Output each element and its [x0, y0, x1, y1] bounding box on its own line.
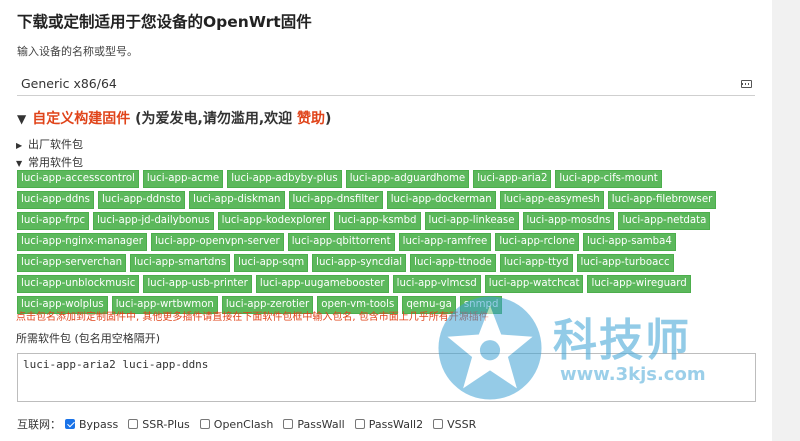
- package-tag[interactable]: luci-app-filebrowser: [607, 191, 717, 209]
- package-tag[interactable]: luci-app-cifs-mount: [555, 170, 662, 188]
- caret-right-icon: ▶: [16, 141, 23, 150]
- package-tag[interactable]: luci-app-smartdns: [130, 254, 231, 272]
- caret-down-icon: ▼: [16, 159, 23, 168]
- keyboard-icon[interactable]: [741, 80, 752, 88]
- network-label: 互联网：: [17, 418, 61, 431]
- network-option-label: PassWall2: [368, 417, 424, 431]
- package-tag[interactable]: luci-app-vlmcsd: [392, 275, 481, 293]
- package-tag[interactable]: luci-app-usb-printer: [143, 275, 252, 293]
- custom-build-heading[interactable]: ▼ 自定义构建固件 (为爱发电,请勿滥用,欢迎 赞助): [17, 108, 331, 128]
- package-tag[interactable]: luci-app-mosdns: [522, 212, 615, 230]
- package-tag[interactable]: luci-app-qbittorrent: [287, 233, 395, 251]
- package-tag[interactable]: luci-app-syncdial: [312, 254, 407, 272]
- custom-build-note: (为爱发电,请勿滥用,欢迎: [130, 111, 298, 127]
- packages-label: 所需软件包 (包名用空格隔开): [16, 332, 161, 345]
- network-options: 互联网： Bypass SSR-Plus OpenClash PassWall Pass…: [17, 416, 486, 432]
- network-option-label: Bypass: [79, 417, 119, 431]
- checkbox[interactable]: [65, 419, 75, 429]
- network-option[interactable]: Bypass: [65, 418, 118, 431]
- network-option[interactable]: SSR-Plus: [128, 418, 190, 431]
- network-option[interactable]: PassWall2: [354, 417, 424, 431]
- package-tag[interactable]: luci-app-kodexplorer: [217, 212, 331, 230]
- package-tag[interactable]: luci-app-turboacc: [576, 254, 674, 272]
- package-tag[interactable]: luci-app-adbyby-plus: [227, 170, 342, 188]
- package-tag[interactable]: luci-app-ddns: [17, 191, 94, 209]
- checkbox[interactable]: [433, 419, 444, 429]
- package-tag[interactable]: luci-app-easymesh: [499, 191, 604, 209]
- package-tag[interactable]: luci-app-openvpn-server: [150, 233, 284, 251]
- checkbox[interactable]: [128, 419, 139, 429]
- package-tag[interactable]: luci-app-wireguard: [587, 275, 691, 293]
- package-tag[interactable]: luci-app-ttyd: [499, 254, 573, 272]
- main-panel: 下载或定制适用于您设备的OpenWrt固件 输入设备的名称或型号。 ▼ 自定义构建…: [0, 0, 772, 441]
- checkbox[interactable]: [199, 419, 210, 429]
- checkbox[interactable]: [354, 419, 365, 429]
- package-tag[interactable]: luci-app-linkease: [424, 212, 519, 230]
- package-tag[interactable]: luci-app-accesscontrol: [17, 170, 139, 188]
- package-tag[interactable]: luci-app-sqm: [234, 254, 309, 272]
- package-tag[interactable]: luci-app-ksmbd: [334, 212, 421, 230]
- common-packages-toggle[interactable]: ▼ 常用软件包: [16, 154, 83, 170]
- factory-packages-label: 出厂软件包: [28, 138, 83, 151]
- package-hint: 点击包名添加到定制固件中, 其他更多插件请直接在下面软件包框中输入包名, 包含市…: [16, 312, 489, 323]
- package-tag[interactable]: luci-app-adguardhome: [345, 170, 470, 188]
- package-tag[interactable]: luci-app-jd-dailybonus: [93, 212, 214, 230]
- watermark-text: 科技师: [553, 315, 691, 366]
- device-prompt: 输入设备的名称或型号。: [17, 45, 138, 58]
- package-tag[interactable]: luci-app-dockerman: [386, 191, 496, 209]
- network-option[interactable]: VSSR: [433, 418, 476, 431]
- network-option-label: OpenClash: [213, 417, 274, 431]
- package-tag[interactable]: luci-app-aria2: [473, 170, 552, 188]
- common-packages-label: 常用软件包: [28, 156, 83, 169]
- package-tag[interactable]: luci-app-acme: [142, 170, 224, 188]
- package-tag[interactable]: luci-app-samba4: [582, 233, 676, 251]
- package-tag[interactable]: luci-app-rclone: [495, 233, 579, 251]
- package-tag[interactable]: luci-app-nginx-manager: [17, 233, 147, 251]
- network-option-label: VSSR: [447, 417, 477, 431]
- donate-link[interactable]: 赞助: [297, 111, 325, 127]
- page-scroll-gutter: [772, 0, 800, 441]
- watermark-logo: [438, 296, 542, 400]
- custom-build-title: 自定义构建固件: [32, 111, 131, 127]
- expand-triangle-icon: ▼: [17, 112, 27, 126]
- package-tag[interactable]: luci-app-diskman: [189, 191, 285, 209]
- network-option[interactable]: OpenClash: [199, 417, 274, 431]
- factory-packages-toggle[interactable]: ▶ 出厂软件包: [16, 136, 83, 152]
- package-tag[interactable]: luci-app-ddnsto: [97, 191, 186, 209]
- package-tag[interactable]: luci-app-netdata: [618, 212, 711, 230]
- package-tag[interactable]: luci-app-serverchan: [17, 254, 127, 272]
- package-tag[interactable]: luci-app-uugamebooster: [255, 275, 389, 293]
- package-tag[interactable]: luci-app-frpc: [17, 212, 90, 230]
- package-tag[interactable]: luci-app-watchcat: [484, 275, 584, 293]
- package-tag-list: luci-app-accesscontrol luci-app-acme luci-…: [17, 170, 729, 314]
- custom-build-note-close: ): [325, 111, 332, 127]
- package-tag[interactable]: luci-app-dnsfilter: [288, 191, 383, 209]
- network-option-label: SSR-Plus: [142, 417, 190, 431]
- checkbox[interactable]: [283, 419, 294, 429]
- package-tag[interactable]: luci-app-unblockmusic: [17, 275, 140, 293]
- package-tag[interactable]: luci-app-ramfree: [398, 233, 492, 251]
- package-tag[interactable]: luci-app-ttnode: [410, 254, 496, 272]
- device-input[interactable]: [17, 72, 755, 96]
- network-option-label: PassWall: [297, 417, 345, 431]
- page-title: 下载或定制适用于您设备的OpenWrt固件: [17, 13, 312, 31]
- network-option[interactable]: PassWall: [283, 417, 345, 431]
- watermark-url: www.3kjs.com: [560, 364, 706, 385]
